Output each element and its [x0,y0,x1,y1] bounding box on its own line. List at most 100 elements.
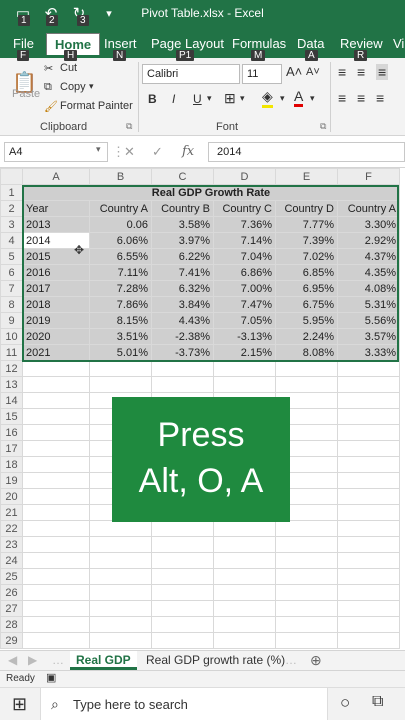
empty-cell[interactable] [22,456,90,473]
data-cell[interactable]: 5.01% [89,344,152,361]
select-all-corner[interactable] [0,168,23,185]
empty-cell[interactable] [151,616,214,633]
empty-cell[interactable] [22,584,90,601]
data-cell[interactable]: 5.56% [337,312,400,329]
empty-cell[interactable] [337,424,400,441]
year-cell[interactable]: 2017 [22,280,90,297]
fill-color-dropdown-icon[interactable]: ▾ [280,93,285,104]
empty-cell[interactable] [337,616,400,633]
data-cell[interactable]: 8.08% [275,344,338,361]
year-cell[interactable]: 2016 [22,264,90,281]
empty-cell[interactable] [151,584,214,601]
data-cell[interactable]: 7.86% [89,296,152,313]
row-header[interactable]: 26 [0,584,23,601]
decrease-font-icon[interactable]: A˅ [306,66,320,78]
data-cell[interactable]: 6.86% [213,264,276,281]
header-cell[interactable]: Country A [337,200,400,217]
data-cell[interactable]: 3.97% [151,232,214,249]
header-cell[interactable]: Year [22,200,90,217]
row-header[interactable]: 7 [0,280,23,297]
more-sheets-icon[interactable]: … [52,651,64,670]
empty-cell[interactable] [213,520,276,537]
borders-dropdown-icon[interactable]: ▾ [240,93,245,104]
align-middle-icon[interactable]: ≡ [357,64,365,80]
data-cell[interactable]: 2.92% [337,232,400,249]
empty-cell[interactable] [151,536,214,553]
row-header[interactable]: 17 [0,440,23,457]
row-header[interactable]: 4 [0,232,23,249]
year-cell[interactable]: 2020 [22,328,90,345]
formula-input[interactable]: 2014 [208,142,405,162]
empty-cell[interactable] [151,376,214,393]
empty-cell[interactable] [22,360,90,377]
empty-cell[interactable] [337,408,400,425]
empty-cell[interactable] [89,616,152,633]
row-header[interactable]: 28 [0,616,23,633]
empty-cell[interactable] [337,536,400,553]
column-header[interactable]: E [275,168,338,185]
empty-cell[interactable] [337,376,400,393]
empty-cell[interactable] [275,632,338,649]
bold-button[interactable]: B [148,92,157,106]
empty-cell[interactable] [337,600,400,617]
empty-cell[interactable] [151,568,214,585]
underline-button[interactable]: U [193,92,202,106]
enter-icon[interactable]: ✓ [152,144,163,160]
data-cell[interactable]: -3.13% [213,328,276,345]
data-cell[interactable]: 6.32% [151,280,214,297]
data-cell[interactable]: 3.30% [337,216,400,233]
empty-cell[interactable] [275,360,338,377]
empty-cell[interactable] [275,616,338,633]
font-name-box[interactable]: Calibri [142,64,240,84]
row-header[interactable]: 29 [0,632,23,649]
data-cell[interactable]: 7.36% [213,216,276,233]
empty-cell[interactable] [275,376,338,393]
empty-cell[interactable] [275,584,338,601]
data-cell[interactable]: 7.28% [89,280,152,297]
row-header[interactable]: 5 [0,248,23,265]
cut-button[interactable]: Cut [60,62,77,74]
data-cell[interactable]: 7.39% [275,232,338,249]
row-header[interactable]: 13 [0,376,23,393]
header-cell[interactable]: Country A [89,200,152,217]
empty-cell[interactable] [151,520,214,537]
scroll-left-icon[interactable]: ◀ [8,651,17,670]
copy-dropdown-icon[interactable]: ▾ [89,81,94,92]
year-cell[interactable]: 2021 [22,344,90,361]
data-cell[interactable]: 3.57% [337,328,400,345]
data-cell[interactable]: 5.95% [275,312,338,329]
year-cell[interactable]: 2019 [22,312,90,329]
row-header[interactable]: 1 [0,184,23,201]
row-header[interactable]: 2 [0,200,23,217]
empty-cell[interactable] [213,536,276,553]
row-header[interactable]: 6 [0,264,23,281]
empty-cell[interactable] [89,376,152,393]
data-cell[interactable]: 2.24% [275,328,338,345]
row-header[interactable]: 10 [0,328,23,345]
row-header[interactable]: 11 [0,344,23,361]
empty-cell[interactable] [22,392,90,409]
empty-cell[interactable] [89,360,152,377]
empty-cell[interactable] [89,520,152,537]
data-cell[interactable]: 7.77% [275,216,338,233]
empty-cell[interactable] [337,440,400,457]
empty-cell[interactable] [22,472,90,489]
macro-record-icon[interactable]: ▣ [46,671,56,684]
format-painter-icon[interactable]: 🖌 [44,100,58,113]
empty-cell[interactable] [22,376,90,393]
data-cell[interactable]: 7.00% [213,280,276,297]
row-header[interactable]: 12 [0,360,23,377]
empty-cell[interactable] [275,536,338,553]
empty-cell[interactable] [89,552,152,569]
font-launcher-icon[interactable]: ⧉ [320,121,326,132]
empty-cell[interactable] [337,488,400,505]
more-sheets-right-icon[interactable]: … [285,651,297,670]
clipboard-launcher-icon[interactable]: ⧉ [126,121,132,132]
data-cell[interactable]: 7.14% [213,232,276,249]
row-header[interactable]: 27 [0,600,23,617]
empty-cell[interactable] [151,632,214,649]
data-cell[interactable]: 4.35% [337,264,400,281]
empty-cell[interactable] [213,568,276,585]
empty-cell[interactable] [213,584,276,601]
align-center-icon[interactable]: ≡ [357,90,365,106]
